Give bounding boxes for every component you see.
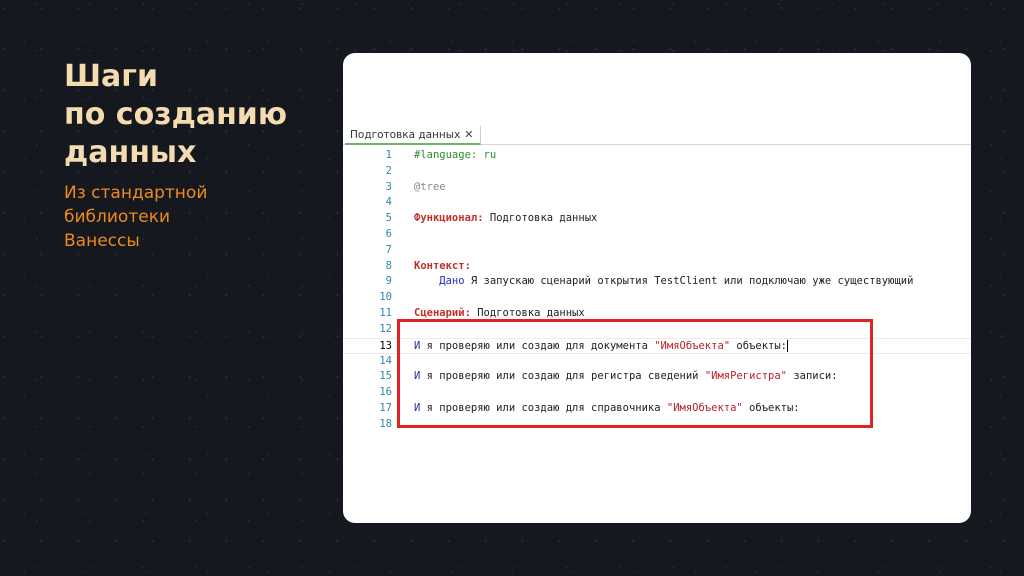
- code-token: #language: ru: [414, 149, 497, 161]
- slide-title-line-2: по созданию: [64, 97, 287, 132]
- line-number: 6: [385, 227, 392, 240]
- line-number: 9: [385, 275, 392, 288]
- highlight-frame: [397, 319, 873, 428]
- line-number: 14: [379, 354, 392, 367]
- code-line[interactable]: 8 Контекст:: [343, 259, 971, 275]
- code-token: @tree: [414, 180, 446, 193]
- line-number: 18: [379, 417, 392, 430]
- slide-subtitle-line-3: Ванессы: [64, 231, 140, 251]
- line-number: 11: [379, 306, 392, 319]
- line-number: 7: [385, 243, 392, 256]
- tab-feature-file[interactable]: Подготовка данных ✕: [345, 126, 481, 145]
- line-number: 13: [379, 339, 392, 352]
- code-text: Функционал: Подготовка данных: [414, 211, 597, 227]
- line-number: 2: [385, 164, 392, 177]
- code-line[interactable]: 7: [343, 243, 971, 259]
- line-number: 15: [379, 370, 392, 383]
- editor-tab-bar: Подготовка данных ✕: [343, 126, 971, 145]
- code-text: #language: ru: [414, 148, 496, 164]
- tab-label: Подготовка данных: [350, 129, 461, 141]
- line-number: 3: [385, 180, 392, 193]
- code-line[interactable]: 5 Функционал: Подготовка данных: [343, 211, 971, 227]
- slide-title: Шаги по созданию данных: [64, 58, 324, 172]
- line-number: 10: [379, 291, 392, 304]
- code-line[interactable]: 1 #language: ru: [343, 148, 971, 164]
- line-number: 12: [379, 322, 392, 335]
- code-token: Контекст:: [414, 259, 471, 272]
- code-token: Подготовка данных: [470, 306, 585, 319]
- code-token: Я запускаю сценарий открытия TestClient …: [464, 275, 914, 288]
- close-icon[interactable]: ✕: [464, 128, 473, 141]
- editor-screenshot-panel: Подготовка данных ✕ 1 #language: ru 2 3 @tree…: [343, 53, 971, 523]
- code-token: Функционал:: [414, 212, 484, 225]
- code-token: Сценарий:: [414, 306, 471, 319]
- line-number: 17: [379, 401, 392, 414]
- code-line[interactable]: 3 @tree: [343, 180, 971, 196]
- line-number: 5: [385, 212, 392, 225]
- line-number: 1: [385, 149, 392, 161]
- code-line[interactable]: 9 Дано Я запускаю сценарий открытия Test…: [343, 274, 971, 290]
- slide-title-line-1: Шаги: [64, 59, 158, 94]
- code-text: Контекст:: [414, 259, 471, 275]
- code-token: Подготовка данных: [483, 212, 598, 225]
- slide-title-line-3: данных: [64, 135, 197, 170]
- code-token: Дано: [414, 275, 465, 288]
- slide-subtitle-line-1: Из стандартной: [64, 183, 208, 203]
- code-line[interactable]: 2: [343, 164, 971, 180]
- code-line[interactable]: 4: [343, 195, 971, 211]
- code-text: Дано Я запускаю сценарий открытия TestCl…: [414, 274, 913, 290]
- code-text: @tree: [414, 180, 446, 196]
- code-line[interactable]: 6: [343, 227, 971, 243]
- line-number: 16: [379, 386, 392, 399]
- line-number: 4: [385, 196, 392, 209]
- code-line[interactable]: 10: [343, 290, 971, 306]
- line-number: 8: [385, 259, 392, 272]
- slide-subtitle: Из стандартной библиотеки Ванессы: [64, 181, 304, 253]
- slide-subtitle-line-2: библиотеки: [64, 207, 171, 227]
